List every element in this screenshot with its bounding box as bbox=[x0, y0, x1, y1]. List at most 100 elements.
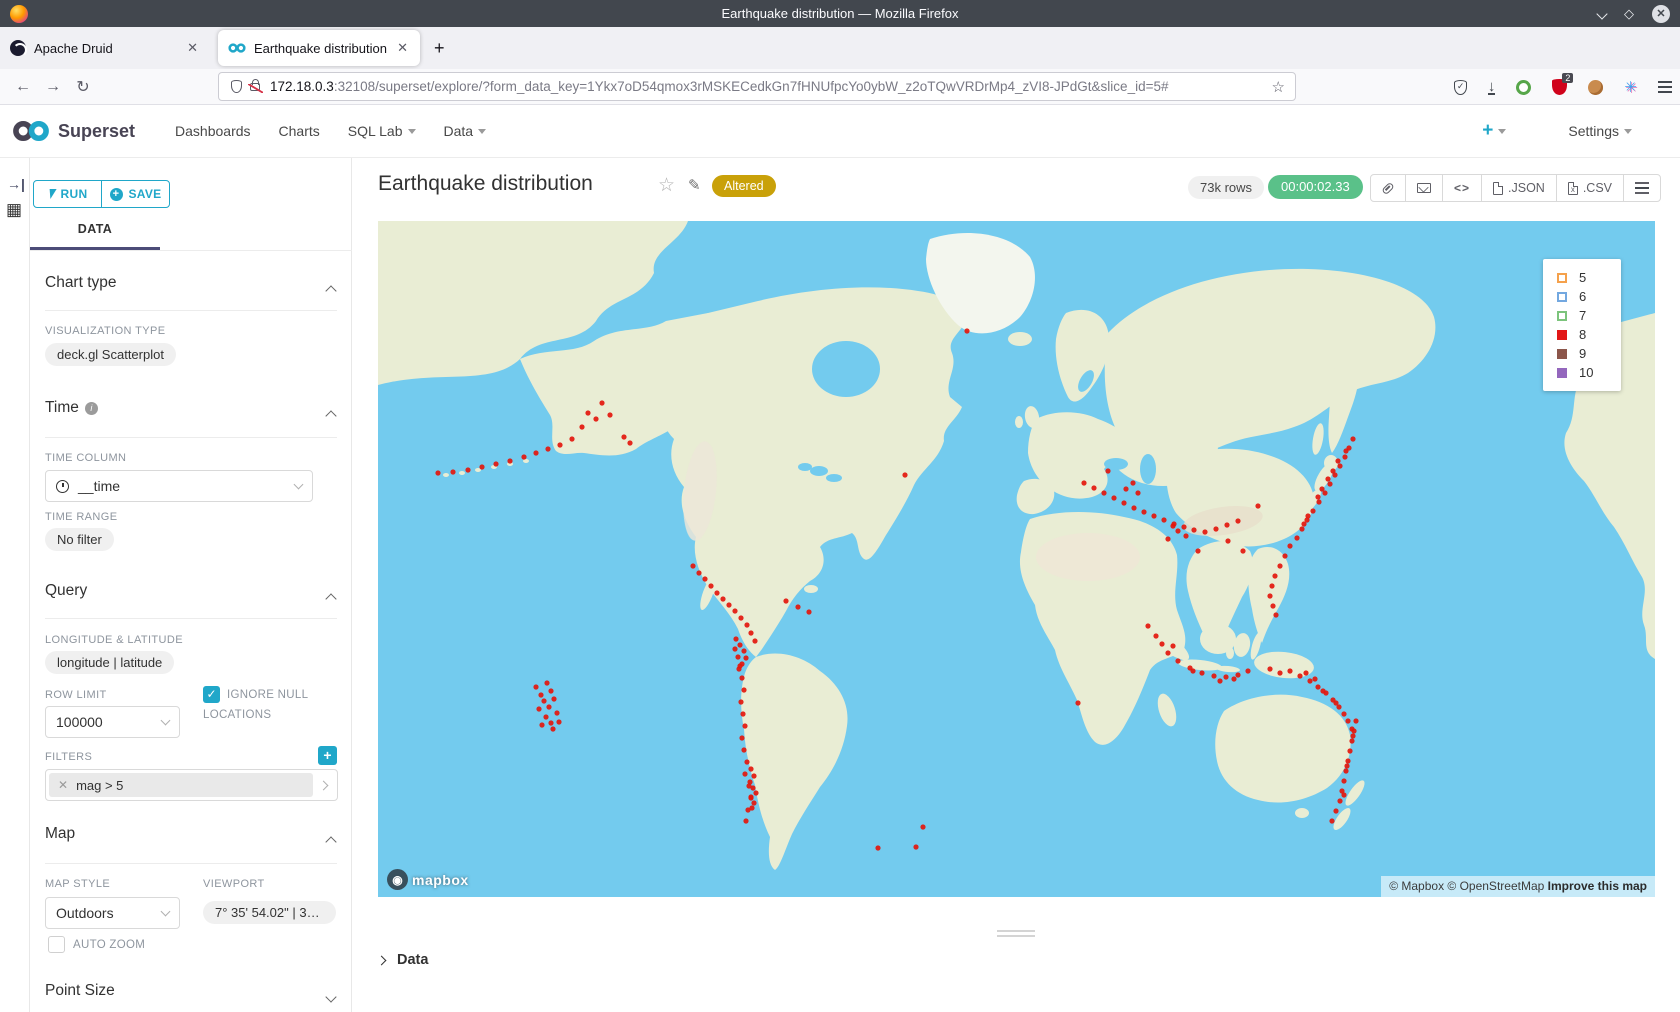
permissions-shield-icon[interactable] bbox=[1454, 80, 1467, 95]
chart-area: Earthquake distribution ☆ ✎ Altered 73k … bbox=[352, 158, 1680, 1012]
tab-earthquake-distribution[interactable]: Earthquake distribution ✕ bbox=[218, 30, 420, 66]
improve-map-link[interactable]: Improve this map bbox=[1548, 879, 1647, 893]
extension-green-icon[interactable] bbox=[1516, 80, 1531, 95]
add-filter-button[interactable]: + bbox=[318, 746, 337, 765]
email-button[interactable] bbox=[1405, 175, 1442, 201]
earthquake-dot bbox=[1277, 563, 1282, 568]
chevron-down-icon bbox=[408, 129, 416, 134]
panel-resize-handle[interactable] bbox=[997, 930, 1035, 940]
reload-button[interactable]: ↻ bbox=[68, 77, 98, 97]
section-time[interactable]: Timei bbox=[45, 399, 98, 417]
section-chart-type[interactable]: Chart type bbox=[45, 274, 117, 292]
tab-data[interactable]: DATA bbox=[30, 222, 160, 236]
tab-close-icon[interactable]: ✕ bbox=[395, 40, 410, 56]
collapse-panel-icon[interactable]: →| bbox=[7, 176, 25, 192]
filter-box[interactable]: ✕ mag > 5 bbox=[45, 769, 338, 801]
legend-label: 10 bbox=[1579, 365, 1593, 380]
settings-menu[interactable]: Settings bbox=[1568, 123, 1632, 139]
forward-button[interactable]: → bbox=[38, 78, 68, 96]
earthquake-dot bbox=[1101, 490, 1106, 495]
earthquake-dot bbox=[1135, 490, 1140, 495]
legend-label: 6 bbox=[1579, 289, 1586, 304]
ublock-shield-icon[interactable]: 2 bbox=[1552, 79, 1567, 95]
earthquake-dot bbox=[744, 759, 749, 764]
earthquake-dot bbox=[607, 412, 612, 417]
viz-type-label: VISUALIZATION TYPE bbox=[45, 325, 166, 337]
info-icon: i bbox=[85, 402, 98, 415]
query-timer-badge: 00:00:02.33 bbox=[1268, 175, 1363, 199]
insecure-lock-icon[interactable] bbox=[250, 83, 260, 91]
add-new-button[interactable]: + bbox=[1482, 120, 1506, 142]
nav-item-data[interactable]: Data bbox=[444, 123, 487, 139]
nav-item-charts[interactable]: Charts bbox=[279, 123, 320, 139]
legend-item: 8 bbox=[1557, 325, 1621, 344]
viz-type-value[interactable]: deck.gl Scatterplot bbox=[45, 343, 176, 366]
legend-swatch-icon bbox=[1557, 273, 1567, 283]
extension-asterisk-icon[interactable]: ✳ bbox=[1624, 78, 1637, 96]
filter-chip[interactable]: ✕ mag > 5 bbox=[49, 773, 313, 797]
mapbox-logo[interactable]: ◉ mapbox bbox=[387, 869, 469, 890]
time-column-select[interactable]: __time bbox=[45, 470, 313, 502]
run-button[interactable]: RUN bbox=[34, 181, 101, 207]
chevron-up-icon[interactable] bbox=[327, 282, 335, 300]
nav-item-sql-lab[interactable]: SQL Lab bbox=[348, 123, 416, 139]
menu-icon[interactable] bbox=[1658, 81, 1672, 93]
cookie-extension-icon[interactable] bbox=[1588, 80, 1603, 95]
downloads-icon[interactable]: ↓ bbox=[1488, 80, 1496, 95]
chevron-down-icon bbox=[1498, 129, 1506, 134]
chevron-up-icon[interactable] bbox=[327, 833, 335, 851]
time-range-value[interactable]: No filter bbox=[45, 528, 114, 551]
map-canvas[interactable]: 5678910 ◉ mapbox © Mapbox © OpenStreetMa… bbox=[378, 221, 1655, 897]
new-tab-button[interactable]: + bbox=[434, 38, 445, 59]
section-point-size[interactable]: Point Size bbox=[45, 982, 115, 1000]
tracking-shield-icon[interactable] bbox=[231, 80, 242, 93]
altered-badge[interactable]: Altered bbox=[712, 175, 776, 197]
superset-logo-icon[interactable] bbox=[12, 119, 50, 143]
favorite-star-icon[interactable]: ☆ bbox=[658, 174, 675, 197]
row-limit-select[interactable]: 100000 bbox=[45, 706, 180, 738]
chevron-up-icon[interactable] bbox=[327, 590, 335, 608]
data-panel-toggle[interactable]: Data bbox=[378, 952, 428, 968]
bookmark-star-icon[interactable]: ☆ bbox=[1272, 78, 1285, 96]
embed-code-button[interactable] bbox=[1442, 175, 1481, 201]
save-button[interactable]: + SAVE bbox=[101, 181, 169, 207]
edit-title-icon[interactable]: ✎ bbox=[688, 176, 701, 194]
lonlat-value[interactable]: longitude | latitude bbox=[45, 651, 174, 674]
chevron-right-icon[interactable] bbox=[319, 780, 329, 790]
section-query[interactable]: Query bbox=[45, 582, 87, 600]
earthquake-dot bbox=[752, 638, 757, 643]
auto-zoom-checkbox[interactable] bbox=[48, 936, 65, 953]
chevron-down-icon[interactable] bbox=[327, 988, 335, 1006]
earthquake-dot bbox=[741, 747, 746, 752]
viewport-value[interactable]: 7° 35' 54.02" | 31... bbox=[203, 901, 336, 924]
maximize-icon[interactable]: ◇ bbox=[1624, 7, 1634, 20]
dataset-grid-icon[interactable]: ▦ bbox=[6, 200, 22, 220]
map-style-select[interactable]: Outdoors bbox=[45, 897, 180, 929]
earthquake-dot bbox=[1307, 678, 1312, 683]
more-options-button[interactable] bbox=[1623, 175, 1660, 201]
earthquake-dot bbox=[1245, 668, 1250, 673]
ignore-null-checkbox[interactable]: ✓ bbox=[203, 686, 220, 703]
tab-close-icon[interactable]: ✕ bbox=[185, 40, 200, 56]
section-map[interactable]: Map bbox=[45, 825, 75, 843]
chevron-up-icon[interactable] bbox=[327, 407, 335, 425]
earthquake-dot bbox=[1105, 468, 1110, 473]
export-json-button[interactable]: .JSON bbox=[1481, 175, 1556, 201]
close-icon[interactable]: ✕ bbox=[1652, 5, 1670, 23]
earthquake-dot bbox=[1211, 673, 1216, 678]
back-button[interactable]: ← bbox=[8, 78, 38, 96]
minimize-icon[interactable] bbox=[1596, 8, 1607, 19]
remove-filter-icon[interactable]: ✕ bbox=[58, 778, 68, 792]
earthquake-dot bbox=[739, 675, 744, 680]
tab-bar: Apache Druid ✕ Earthquake distribution ✕… bbox=[0, 27, 1680, 69]
earthquake-dot bbox=[1267, 593, 1272, 598]
tab-apache-druid[interactable]: Apache Druid ✕ bbox=[0, 30, 210, 66]
url-bar[interactable]: 172.18.0.3 :32108/superset/explore/?form… bbox=[218, 72, 1296, 101]
earthquake-dot bbox=[738, 699, 743, 704]
brand-name[interactable]: Superset bbox=[58, 121, 135, 142]
nav-item-dashboards[interactable]: Dashboards bbox=[175, 123, 251, 139]
legend-label: 8 bbox=[1579, 327, 1586, 342]
earthquake-dot bbox=[599, 400, 604, 405]
copy-link-button[interactable] bbox=[1371, 175, 1405, 201]
export-csv-button[interactable]: .CSV bbox=[1556, 175, 1623, 201]
